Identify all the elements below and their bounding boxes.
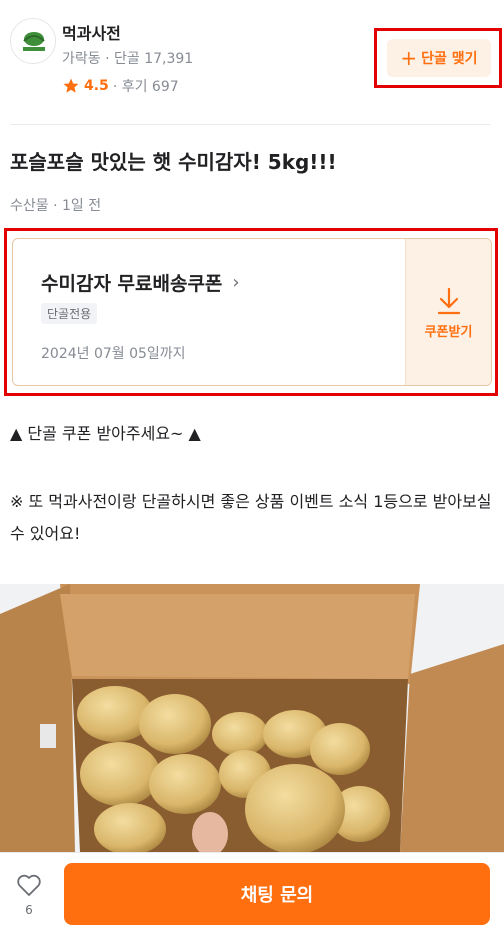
post-title: 포슬포슬 맛있는 햇 수미감자! 5kg!!! [10, 150, 337, 174]
bottom-bar: 6 채팅 문의 [0, 852, 504, 928]
download-icon [437, 287, 460, 314]
store-header: 먹과사전 가락동 · 단골 17,391 4.5 · 후기 697 + 단골 맺… [0, 0, 504, 124]
get-coupon-button[interactable]: 쿠폰받기 [405, 239, 491, 385]
plus-icon: + [400, 46, 418, 70]
coupon-card[interactable]: 수미감자 무료배송쿠폰 › 단골전용 2024년 07월 05일까지 쿠폰받기 [12, 238, 492, 386]
heart-icon [17, 874, 41, 896]
product-photo[interactable] [0, 584, 504, 852]
coupon-expiry: 2024년 07월 05일까지 [41, 346, 186, 362]
store-location-followers: 가락동 · 단골 17,391 [62, 51, 194, 67]
like-count: 6 [25, 903, 33, 917]
store-logo [11, 19, 55, 63]
follow-highlight-box: + 단골 맺기 [374, 28, 502, 88]
chevron-right-icon: › [232, 272, 240, 293]
like-button[interactable]: 6 [14, 873, 44, 917]
divider [10, 124, 490, 125]
coupon-name-label: 수미감자 무료배송쿠폰 [41, 273, 223, 295]
potato-box-image [0, 584, 504, 852]
description-line-2: ※ 또 먹과사전이랑 단골하시면 좋은 상품 이벤트 소식 1등으로 받아보실 … [10, 492, 492, 543]
coupon-name[interactable]: 수미감자 무료배송쿠폰 › [41, 269, 240, 296]
follow-button[interactable]: + 단골 맺기 [387, 39, 491, 77]
get-coupon-label: 쿠폰받기 [424, 324, 473, 340]
store-avatar[interactable] [10, 18, 56, 64]
star-icon [63, 78, 79, 93]
follow-button-label: 단골 맺기 [421, 51, 478, 67]
store-name[interactable]: 먹과사전 [62, 20, 121, 44]
coupon-highlight-box: 수미감자 무료배송쿠폰 › 단골전용 2024년 07월 05일까지 쿠폰받기 [4, 228, 498, 396]
store-rating[interactable]: 4.5 · 후기 697 [62, 76, 179, 96]
coupon-tag: 단골전용 [41, 303, 98, 324]
review-count: · 후기 697 [112, 79, 179, 95]
rating-score: 4.5 [84, 78, 109, 94]
description-line-1: ▲ 단골 쿠폰 받아주세요~ ▲ [10, 424, 201, 443]
chat-inquiry-button[interactable]: 채팅 문의 [64, 863, 490, 925]
post-meta: 수산물 · 1일 전 [10, 198, 102, 214]
